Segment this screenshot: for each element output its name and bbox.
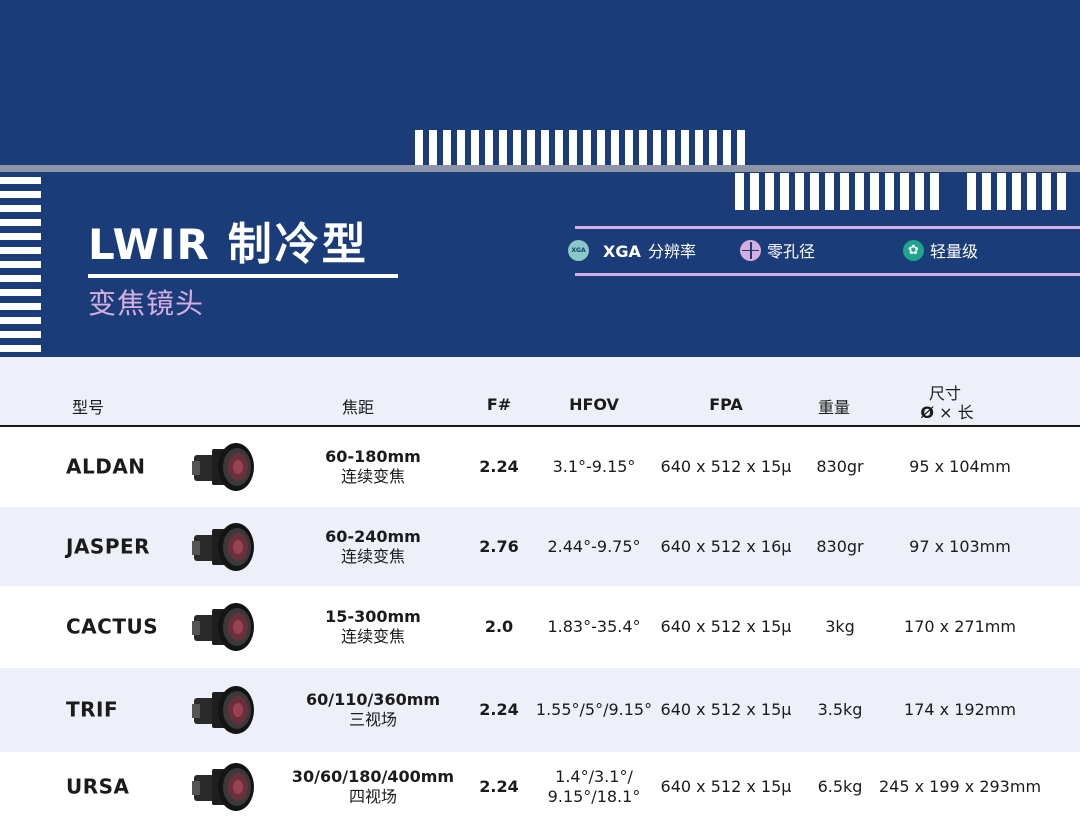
col-header-fnum: F# <box>486 395 512 414</box>
focal-length-cell: 60-180mm 连续变焦 <box>325 447 421 487</box>
col-header-weight: 重量 <box>817 398 851 417</box>
lens-image <box>192 686 254 734</box>
weight: 830gr <box>816 457 864 476</box>
title-underline <box>88 274 398 278</box>
col-header-size-dims: Ø × 长 <box>920 403 974 422</box>
hfov-cell: 2.44°-9.75° <box>547 537 640 557</box>
col-header-hfov: HFOV <box>569 395 619 414</box>
feature-lightweight: ✿ 轻量级 <box>903 238 978 262</box>
weight: 830gr <box>816 536 864 556</box>
table-row: JASPER 60-240mm 连续变焦 2.76 2.44°-9.75° 64… <box>0 507 1080 586</box>
model-name: TRIF <box>66 697 119 722</box>
feature-rule-bottom <box>575 273 1080 276</box>
model-name: CACTUS <box>66 614 159 639</box>
decorative-stripes-top <box>415 130 745 165</box>
size: 97 x 103mm <box>909 536 1011 556</box>
f-number: 2.24 <box>479 700 519 719</box>
table-header: 型号 焦距 F# HFOV FPA 重量 尺寸 Ø × 长 <box>0 357 1080 427</box>
focal-length: 15-300mm <box>325 607 421 626</box>
fpa: 640 x 512 x 15μ <box>660 617 792 636</box>
focal-length-cell: 15-300mm 连续变焦 <box>325 607 421 647</box>
focal-length: 60-180mm <box>325 447 421 466</box>
focal-length-cell: 60-240mm 连续变焦 <box>325 527 421 567</box>
fpa: 640 x 512 x 16μ <box>660 536 792 556</box>
lens-image <box>192 763 254 811</box>
fpa: 640 x 512 x 15μ <box>660 700 792 719</box>
lens-image <box>192 603 254 651</box>
fpa: 640 x 512 x 15μ <box>660 777 792 796</box>
focal-length-cell: 60/110/360mm 三视场 <box>306 690 440 730</box>
hfov-cell: 1.83°-35.4° <box>547 617 640 637</box>
table-row: CACTUS 15-300mm 连续变焦 2.0 1.83°-35.4° 640… <box>0 586 1080 668</box>
feature-xga-label: 分辨率 <box>647 242 696 261</box>
decorative-bars-left <box>0 177 41 357</box>
title-english: LWIR <box>88 220 210 269</box>
xga-icon: XGA <box>568 239 589 261</box>
decorative-stripes-right <box>735 173 1066 210</box>
hfov: 1.4°/3.1°/ <box>555 767 633 786</box>
size: 174 x 192mm <box>904 700 1016 719</box>
weight: 3.5kg <box>817 700 863 719</box>
hfov: 1.55°/5°/9.15° <box>535 700 653 719</box>
crosshair-icon <box>740 239 761 261</box>
model-name: ALDAN <box>66 454 146 479</box>
col-header-focal: 焦距 <box>341 398 375 417</box>
leaf-icon: ✿ <box>903 239 924 261</box>
model-name: JASPER <box>66 534 151 558</box>
lens-image <box>192 522 254 571</box>
table-row: URSA 30/60/180/400mm 四视场 2.24 1.4°/3.1°/… <box>0 752 1080 822</box>
f-number: 2.76 <box>479 536 519 556</box>
page-title: LWIR 制冷型 <box>88 208 369 272</box>
title-chinese: 制冷型 <box>227 219 369 270</box>
hfov-cell: 3.1°-9.15° <box>553 457 636 477</box>
hfov: 2.44°-9.75° <box>547 536 641 556</box>
hfov-cell: 1.55°/5°/9.15° <box>536 700 652 720</box>
header-divider <box>0 165 1080 172</box>
feature-xga-resolution: XGA XGA 分辨率 <box>568 238 696 262</box>
col-header-model: 型号 <box>72 398 105 417</box>
feature-rule-top <box>575 226 1080 229</box>
feature-zero-aperture: 零孔径 <box>740 238 815 262</box>
focal-length: 60-240mm <box>325 526 421 546</box>
fpa: 640 x 512 x 15μ <box>660 457 792 476</box>
hfov-cell: 1.4°/3.1°/ 9.15°/18.1° <box>548 767 641 807</box>
feature-xga-bold: XGA <box>603 242 641 261</box>
hfov: 3.1°-9.15° <box>552 457 636 476</box>
f-number: 2.24 <box>479 457 519 476</box>
size: 245 x 199 x 293mm <box>878 777 1042 796</box>
zoom-type: 连续变焦 <box>340 467 405 486</box>
weight: 3kg <box>825 617 855 636</box>
table-row: ALDAN 60-180mm 连续变焦 2.24 3.1°-9.15° 640 … <box>0 427 1080 507</box>
header-banner: LWIR 制冷型 变焦镜头 XGA XGA 分辨率 零孔径 ✿ 轻量级 <box>0 0 1080 357</box>
table-row: TRIF 60/110/360mm 三视场 2.24 1.55°/5°/9.15… <box>0 668 1080 752</box>
zoom-type: 连续变焦 <box>340 546 405 566</box>
model-name: URSA <box>66 774 130 799</box>
feature-zero-label: 零孔径 <box>767 242 816 261</box>
size: 95 x 104mm <box>909 457 1011 476</box>
hfov: 1.83°-35.4° <box>547 617 641 636</box>
weight: 6.5kg <box>817 777 863 796</box>
hfov-line2: 9.15°/18.1° <box>547 787 641 806</box>
page-subtitle: 变焦镜头 <box>88 287 205 320</box>
focal-length: 30/60/180/400mm <box>291 767 455 786</box>
lens-image <box>192 443 254 491</box>
f-number: 2.0 <box>484 617 514 636</box>
col-header-fpa: FPA <box>709 395 743 414</box>
zoom-type: 四视场 <box>348 787 398 806</box>
focal-length-cell: 30/60/180/400mm 四视场 <box>292 767 454 807</box>
size: 170 x 271mm <box>904 617 1016 636</box>
zoom-type: 连续变焦 <box>340 627 405 646</box>
zoom-type: 三视场 <box>348 710 397 729</box>
f-number: 2.24 <box>479 777 519 796</box>
feature-light-label: 轻量级 <box>930 242 979 261</box>
focal-length: 60/110/360mm <box>305 690 441 709</box>
